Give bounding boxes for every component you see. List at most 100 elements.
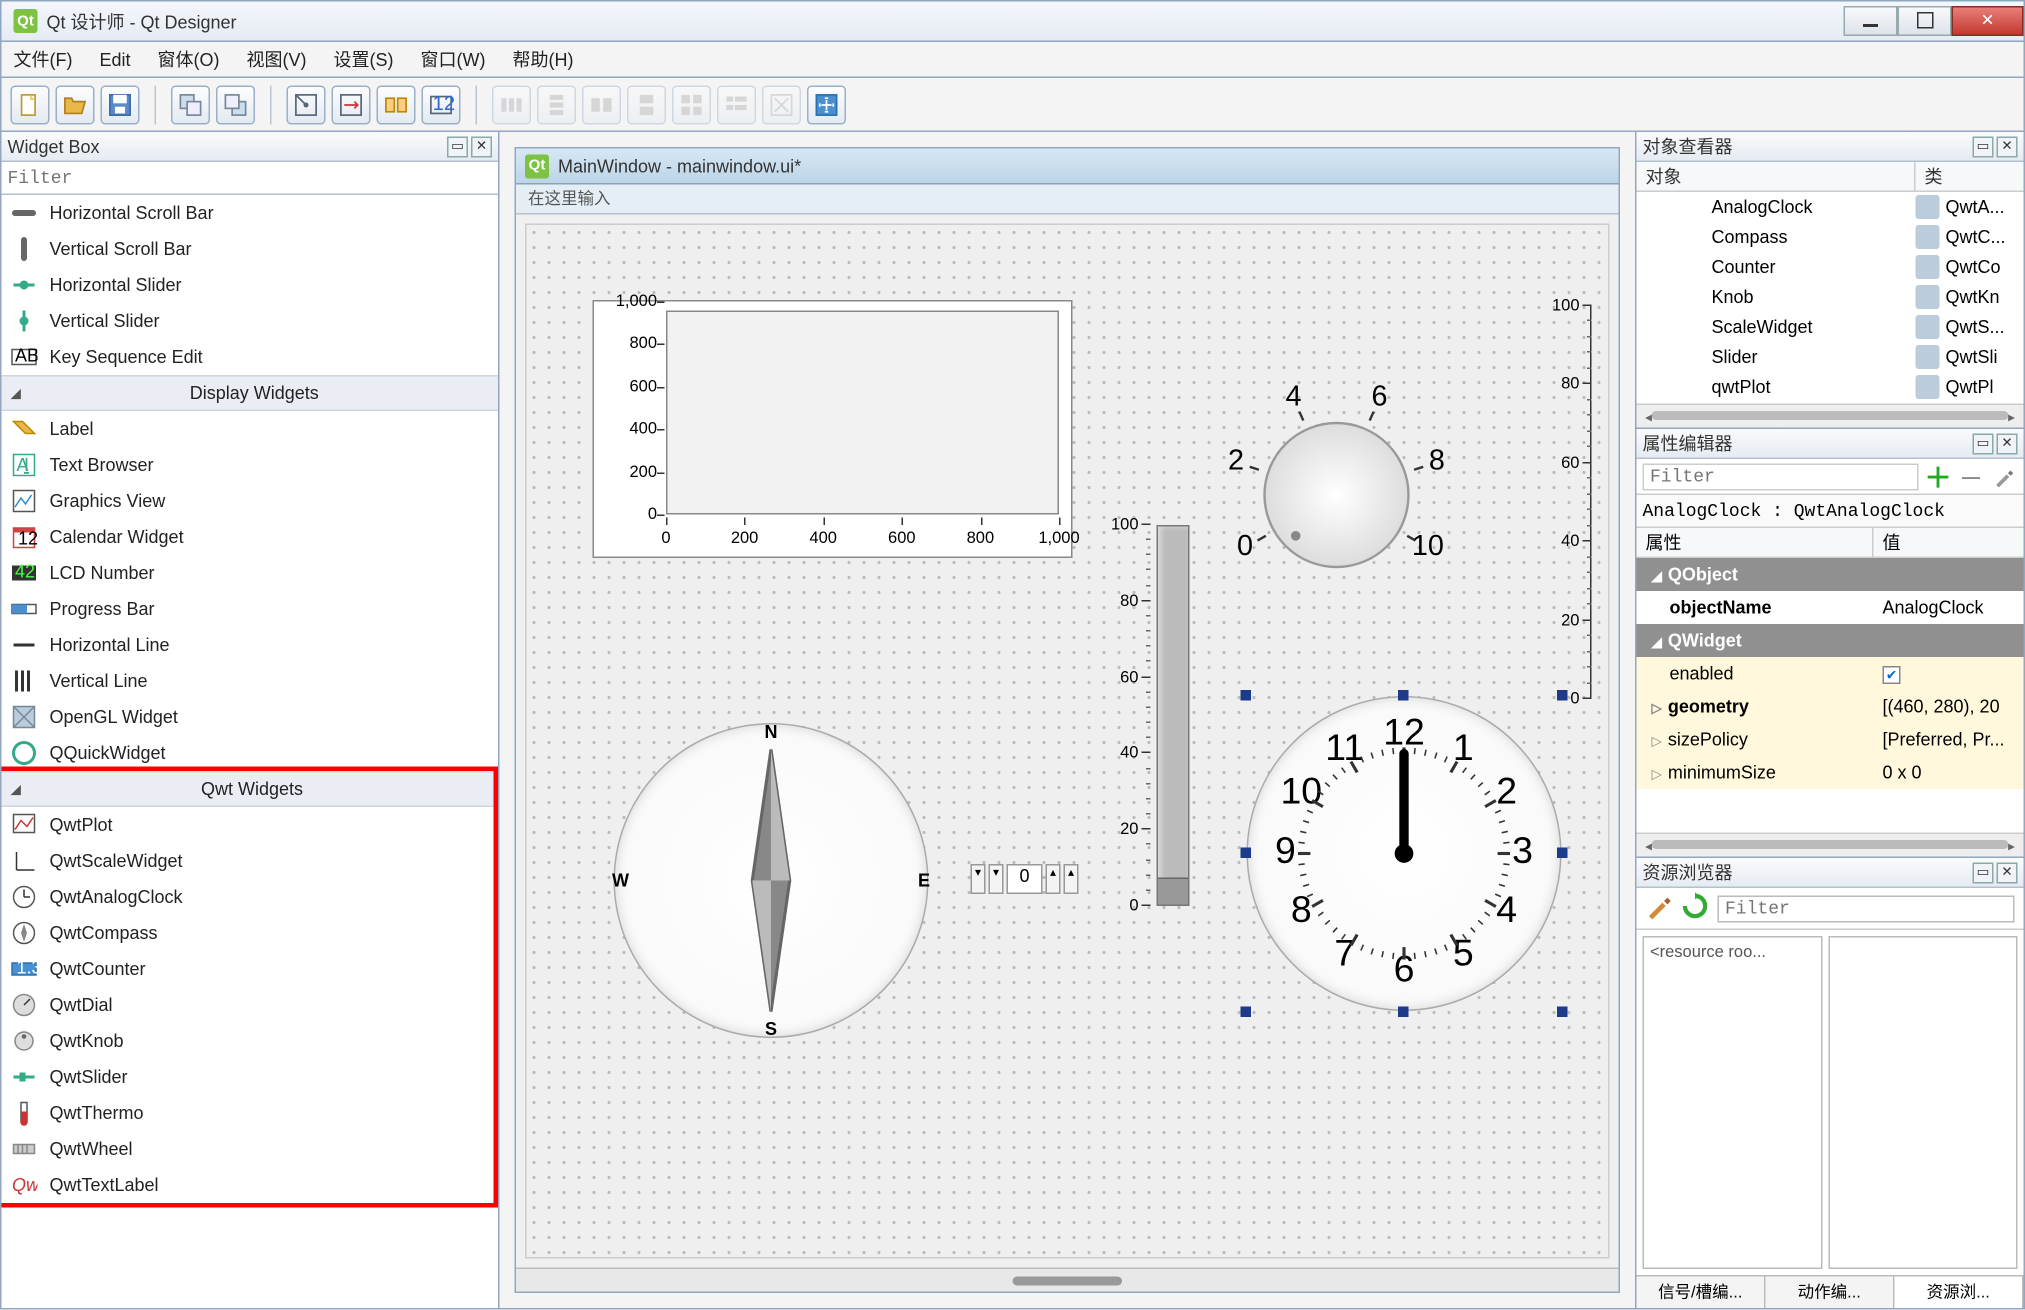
widget-item[interactable]: QwtPlot: [2, 807, 494, 843]
widget-item[interactable]: QwtCompass: [2, 915, 494, 951]
edit-signals-button[interactable]: [332, 85, 371, 124]
property-row[interactable]: ▷sizePolicy[Preferred, Pr...: [1637, 723, 2024, 756]
minimize-button[interactable]: [1844, 5, 1898, 35]
layout-hsplit-button[interactable]: [582, 85, 621, 124]
widget-item[interactable]: Horizontal Scroll Bar: [2, 195, 499, 231]
remove-property-button[interactable]: —: [1958, 463, 1985, 490]
property-row[interactable]: ◢QWidget: [1637, 624, 2024, 657]
open-file-button[interactable]: [56, 85, 95, 124]
widget-item[interactable]: Graphics View: [2, 483, 499, 519]
dock-float-button[interactable]: ▭: [1973, 136, 1994, 157]
designed-menubar-placeholder[interactable]: 在这里输入: [516, 185, 1619, 215]
dock-float-button[interactable]: ▭: [1973, 433, 1994, 454]
new-file-button[interactable]: [11, 85, 50, 124]
menu-settings[interactable]: 设置(S): [334, 47, 394, 73]
reload-resources-button[interactable]: [1682, 893, 1709, 925]
object-tree[interactable]: AnalogClockQwtA...CompassQwtC...CounterQ…: [1637, 192, 2024, 404]
bring-front-button[interactable]: [216, 85, 255, 124]
widget-item[interactable]: QwtThermo: [2, 1095, 494, 1131]
widget-item[interactable]: 42LCD Number: [2, 555, 499, 591]
property-row[interactable]: enabled✔: [1637, 657, 2024, 690]
widget-item[interactable]: OpenGL Widget: [2, 699, 499, 735]
property-table[interactable]: ◢QObjectobjectNameAnalogClock◢QWidgetena…: [1637, 558, 2024, 833]
widget-item[interactable]: Vertical Scroll Bar: [2, 231, 499, 267]
design-canvas[interactable]: 1,0008006004002000 02004006008001,000 ▾ …: [525, 224, 1610, 1259]
qwt-widgets-group[interactable]: ◢Qwt Widgets: [2, 771, 494, 807]
menu-help[interactable]: 帮助(H): [513, 47, 574, 73]
close-button[interactable]: ✕: [1952, 5, 2024, 35]
qwt-scale-widget[interactable]: 020406080100: [1526, 306, 1592, 699]
widget-item[interactable]: QwtWheel: [2, 1131, 494, 1167]
resource-tree[interactable]: <resource roo...: [1643, 936, 1823, 1269]
widget-item[interactable]: QwtKnob: [2, 1023, 494, 1059]
adjust-size-button[interactable]: [807, 85, 846, 124]
bottom-tab[interactable]: 信号/槽编...: [1637, 1277, 1766, 1309]
qwt-counter-widget[interactable]: ▾ ▾ 0 ▴ ▴: [971, 864, 1079, 894]
maximize-button[interactable]: [1898, 5, 1952, 35]
object-inspector-scrollbar[interactable]: ◂▸: [1637, 404, 2024, 428]
edit-buddies-button[interactable]: [377, 85, 416, 124]
menu-form[interactable]: 窗体(O): [158, 47, 220, 73]
widget-item[interactable]: AIText Browser: [2, 447, 499, 483]
widget-box-filter[interactable]: [2, 162, 499, 194]
widget-item[interactable]: QwtAnalogClock: [2, 879, 494, 915]
widget-item[interactable]: QwtScaleWidget: [2, 843, 494, 879]
edit-resources-button[interactable]: [1646, 893, 1673, 925]
menu-view[interactable]: 视图(V): [247, 47, 307, 73]
property-row[interactable]: ▷geometry[(460, 280), 20: [1637, 690, 2024, 723]
object-row[interactable]: AnalogClockQwtA...: [1637, 192, 2024, 222]
widget-item[interactable]: AB|Key Sequence Edit: [2, 339, 499, 375]
object-row[interactable]: KnobQwtKn: [1637, 282, 2024, 312]
layout-hbox-button[interactable]: [492, 85, 531, 124]
widget-item[interactable]: Label: [2, 411, 499, 447]
widget-item[interactable]: 1.3QwtCounter: [2, 951, 494, 987]
widget-item[interactable]: QwtDial: [2, 987, 494, 1023]
property-filter-input[interactable]: [1643, 463, 1919, 490]
widget-box-list[interactable]: Horizontal Scroll BarVertical Scroll Bar…: [2, 195, 499, 1308]
qwt-knob-widget[interactable]: 0246810: [1217, 375, 1457, 615]
layout-grid-button[interactable]: [672, 85, 711, 124]
layout-vbox-button[interactable]: [537, 85, 576, 124]
widget-item[interactable]: QwtSlider: [2, 1059, 494, 1095]
save-file-button[interactable]: [101, 85, 140, 124]
object-row[interactable]: qwtPlotQwtPl: [1637, 372, 2024, 402]
dock-float-button[interactable]: ▭: [447, 136, 468, 157]
property-row[interactable]: ▷minimumSize0 x 0: [1637, 756, 2024, 789]
widget-item[interactable]: Vertical Line: [2, 663, 499, 699]
object-row[interactable]: SliderQwtSli: [1637, 342, 2024, 372]
object-row[interactable]: CounterQwtCo: [1637, 252, 2024, 282]
qwt-analog-clock-widget[interactable]: 121234567891011: [1247, 696, 1562, 1011]
edit-tab-order-button[interactable]: 123: [422, 85, 461, 124]
menu-edit[interactable]: Edit: [99, 49, 130, 70]
layout-vsplit-button[interactable]: [627, 85, 666, 124]
widget-item[interactable]: Progress Bar: [2, 591, 499, 627]
break-layout-button[interactable]: [762, 85, 801, 124]
dock-close-button[interactable]: ✕: [1997, 862, 2018, 883]
send-back-button[interactable]: [171, 85, 210, 124]
canvas-horizontal-scrollbar[interactable]: [516, 1268, 1619, 1292]
bottom-tab[interactable]: 资源浏...: [1895, 1277, 2024, 1309]
bottom-tab[interactable]: 动作编...: [1766, 1277, 1895, 1309]
property-row[interactable]: ◢QObject: [1637, 558, 2024, 591]
widget-item[interactable]: QwtQwtTextLabel: [2, 1167, 494, 1203]
add-property-button[interactable]: ＋: [1925, 463, 1952, 490]
dock-close-button[interactable]: ✕: [1997, 433, 2018, 454]
dock-close-button[interactable]: ✕: [471, 136, 492, 157]
widget-item[interactable]: Horizontal Line: [2, 627, 499, 663]
menu-file[interactable]: 文件(F): [14, 47, 73, 73]
widget-item[interactable]: 12Calendar Widget: [2, 519, 499, 555]
object-row[interactable]: ScaleWidgetQwtS...: [1637, 312, 2024, 342]
property-config-button[interactable]: [1991, 463, 2018, 490]
resource-filter-input[interactable]: [1718, 895, 2015, 922]
layout-form-button[interactable]: [717, 85, 756, 124]
property-scrollbar[interactable]: ◂▸: [1637, 833, 2024, 857]
widget-item[interactable]: Vertical Slider: [2, 303, 499, 339]
edit-widgets-button[interactable]: [287, 85, 326, 124]
qwt-thermo-widget[interactable]: 020406080100: [1100, 525, 1190, 906]
dock-close-button[interactable]: ✕: [1997, 136, 2018, 157]
dock-float-button[interactable]: ▭: [1973, 862, 1994, 883]
widget-item[interactable]: Horizontal Slider: [2, 267, 499, 303]
qwt-compass-widget[interactable]: N S E W: [614, 723, 929, 1038]
display-widgets-group[interactable]: ◢Display Widgets: [2, 375, 499, 411]
object-row[interactable]: CompassQwtC...: [1637, 222, 2024, 252]
